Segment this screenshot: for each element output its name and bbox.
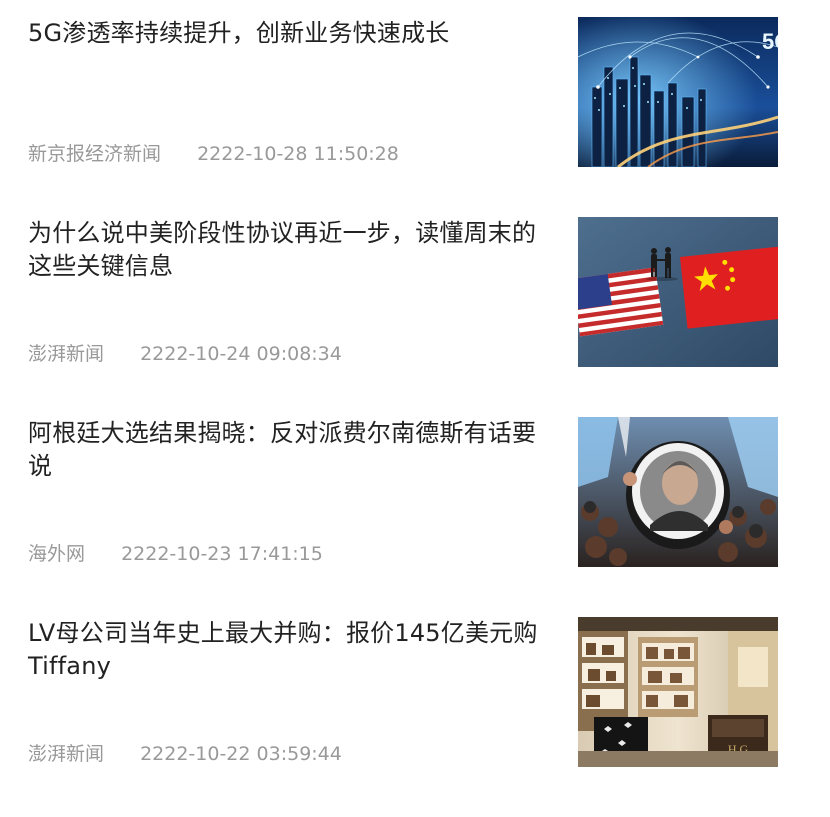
news-item[interactable]: 5G渗透率持续提升，创新业务快速成长 新京报经济新闻 2222-10-28 11… — [0, 17, 830, 217]
news-title[interactable]: 阿根廷大选结果揭晓：反对派费尔南德斯有话要说 — [28, 417, 558, 483]
news-thumbnail[interactable]: 5G — [578, 17, 778, 167]
news-time: 2222-10-22 03:59:44 — [140, 743, 342, 765]
news-meta: 澎湃新闻 2222-10-22 03:59:44 — [28, 741, 342, 767]
news-meta: 新京报经济新闻 2222-10-28 11:50:28 — [28, 141, 399, 167]
news-source: 澎湃新闻 — [28, 743, 105, 765]
news-source: 海外网 — [28, 543, 86, 565]
news-item[interactable]: LV母公司当年史上最大并购：报价145亿美元购Tiffany 澎湃新闻 2222… — [0, 617, 830, 817]
news-thumbnail[interactable] — [578, 217, 778, 367]
news-source: 新京报经济新闻 — [28, 143, 162, 165]
flags-image — [578, 217, 778, 367]
crowd-drum-image — [578, 417, 778, 567]
news-thumbnail[interactable]: H G — [578, 617, 778, 767]
news-title[interactable]: 为什么说中美阶段性协议再近一步，读懂周末的这些关键信息 — [28, 217, 558, 283]
news-time: 2222-10-24 09:08:34 — [140, 343, 342, 365]
5g-city-image: 5G — [578, 17, 778, 167]
news-time: 2222-10-23 17:41:15 — [121, 543, 323, 565]
news-item[interactable]: 阿根廷大选结果揭晓：反对派费尔南德斯有话要说 海外网 2222-10-23 17… — [0, 417, 830, 617]
news-meta: 澎湃新闻 2222-10-24 09:08:34 — [28, 341, 342, 367]
news-title[interactable]: 5G渗透率持续提升，创新业务快速成长 — [28, 17, 558, 50]
news-title[interactable]: LV母公司当年史上最大并购：报价145亿美元购Tiffany — [28, 617, 558, 683]
news-meta: 海外网 2222-10-23 17:41:15 — [28, 541, 323, 567]
news-thumbnail[interactable] — [578, 417, 778, 567]
news-list: 5G渗透率持续提升，创新业务快速成长 新京报经济新闻 2222-10-28 11… — [0, 0, 830, 793]
store-interior-image: H G — [578, 617, 778, 767]
news-item[interactable]: 为什么说中美阶段性协议再近一步，读懂周末的这些关键信息 澎湃新闻 2222-10… — [0, 217, 830, 417]
news-source: 澎湃新闻 — [28, 343, 105, 365]
news-time: 2222-10-28 11:50:28 — [197, 143, 399, 165]
5g-label: 5G — [762, 29, 778, 54]
